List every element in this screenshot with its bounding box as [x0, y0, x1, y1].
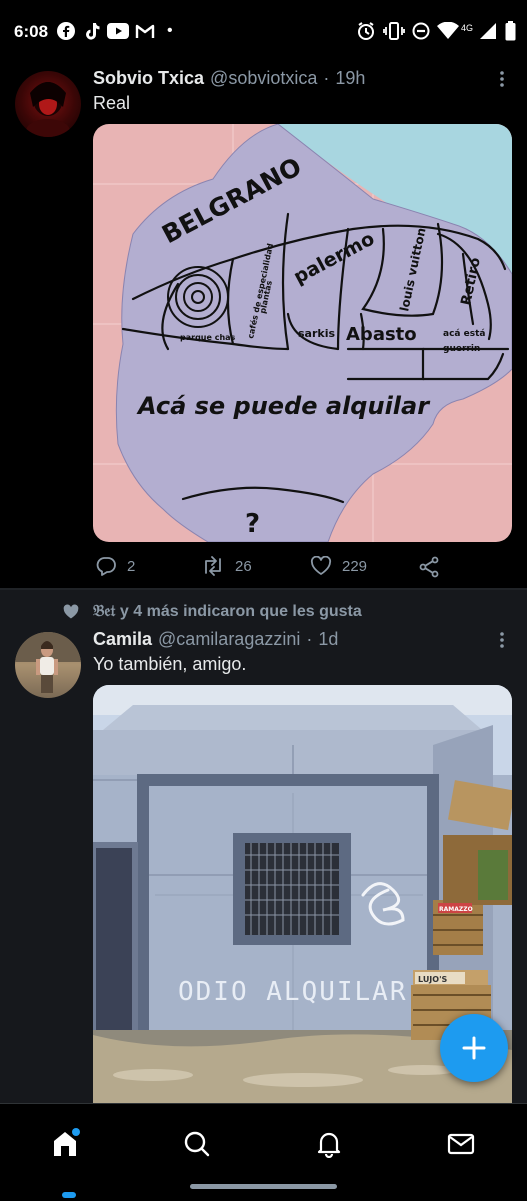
separator: ·	[306, 629, 313, 649]
gmail-icon	[134, 18, 156, 44]
map-label-sarkis: sarkis	[298, 327, 335, 340]
author-handle[interactable]: @sobviotxica	[210, 68, 317, 89]
mail-icon	[447, 1133, 475, 1155]
nav-messages[interactable]	[431, 1122, 491, 1166]
retweet-icon	[205, 556, 221, 576]
facebook-icon	[56, 18, 76, 44]
nav-search[interactable]	[167, 1122, 227, 1166]
share-button[interactable]	[418, 556, 440, 578]
status-time: 6:08	[14, 22, 49, 41]
avatar[interactable]	[15, 71, 81, 137]
reply-count: 2	[127, 557, 136, 575]
retweet-button[interactable]: 26	[201, 556, 252, 576]
separator: ·	[323, 68, 330, 88]
tweet-time[interactable]: 19h	[335, 68, 365, 89]
nav-home[interactable]	[36, 1122, 96, 1166]
wifi-icon	[436, 18, 460, 44]
author-name[interactable]: Camila	[93, 629, 152, 650]
plus-icon	[462, 1036, 486, 1060]
tiktok-icon	[82, 18, 102, 44]
do-not-disturb-icon	[410, 18, 432, 44]
author-handle[interactable]: @camilaragazzini	[158, 629, 300, 650]
crate-label-2: RAMAZZO	[439, 906, 473, 913]
social-context[interactable]: 𝔅𝔢𝔱 y 4 más indicaron que les gusta	[93, 603, 362, 621]
liked-heart-icon	[62, 604, 80, 620]
home-new-indicator	[62, 1192, 76, 1198]
tweet-time[interactable]: 1d	[318, 629, 338, 650]
youtube-icon	[106, 18, 130, 44]
cell-signal-icon	[478, 18, 498, 44]
alarm-icon	[355, 18, 377, 44]
retweet-count: 26	[235, 557, 252, 575]
tweet-text: Yo también, amigo.	[93, 654, 247, 674]
status-bar: 6:08 • 4G	[0, 0, 527, 60]
map-label-aca-esta: acá está	[443, 329, 485, 339]
battery-icon	[503, 18, 517, 44]
map-label-parque-chas: parque chas	[180, 333, 236, 342]
map-label-question: ?	[245, 509, 260, 539]
graffiti-text: ODIO ALQUILAR	[178, 977, 408, 1007]
gesture-home-bar[interactable]	[190, 1184, 337, 1189]
author-name[interactable]: Sobvio Txica	[93, 68, 204, 89]
compose-tweet-button[interactable]	[440, 1014, 508, 1082]
avatar[interactable]	[15, 632, 81, 698]
home-icon	[54, 1128, 80, 1156]
like-button[interactable]: 229	[310, 556, 367, 576]
heart-icon	[310, 556, 332, 575]
map-label-guerrin: guerrin	[443, 344, 480, 354]
search-icon	[184, 1131, 210, 1157]
reply-icon	[96, 557, 116, 576]
tweet-card[interactable]: Sobvio Txica @sobviotxica · 19h Real BEL…	[0, 60, 527, 588]
map-label-abasto: Abasto	[346, 324, 417, 345]
vibrate-icon	[382, 18, 406, 44]
share-icon	[419, 556, 439, 578]
like-count: 229	[342, 557, 368, 575]
more-options-icon[interactable]	[490, 68, 514, 90]
crate-label-1: LUJO'S	[418, 975, 448, 984]
map-label-main: Acá se puede alquilar	[136, 392, 431, 420]
more-options-icon[interactable]	[490, 629, 514, 651]
bell-icon	[317, 1132, 341, 1158]
nav-notifications[interactable]	[299, 1122, 359, 1166]
reply-button[interactable]: 2	[95, 556, 135, 576]
notification-dot: •	[167, 22, 173, 39]
tweet-image-map[interactable]: BELGRANO palermo louis vuitton Retiro ca…	[93, 124, 512, 542]
tweet-text: Real	[93, 93, 131, 113]
network-type: 4G	[461, 23, 474, 33]
